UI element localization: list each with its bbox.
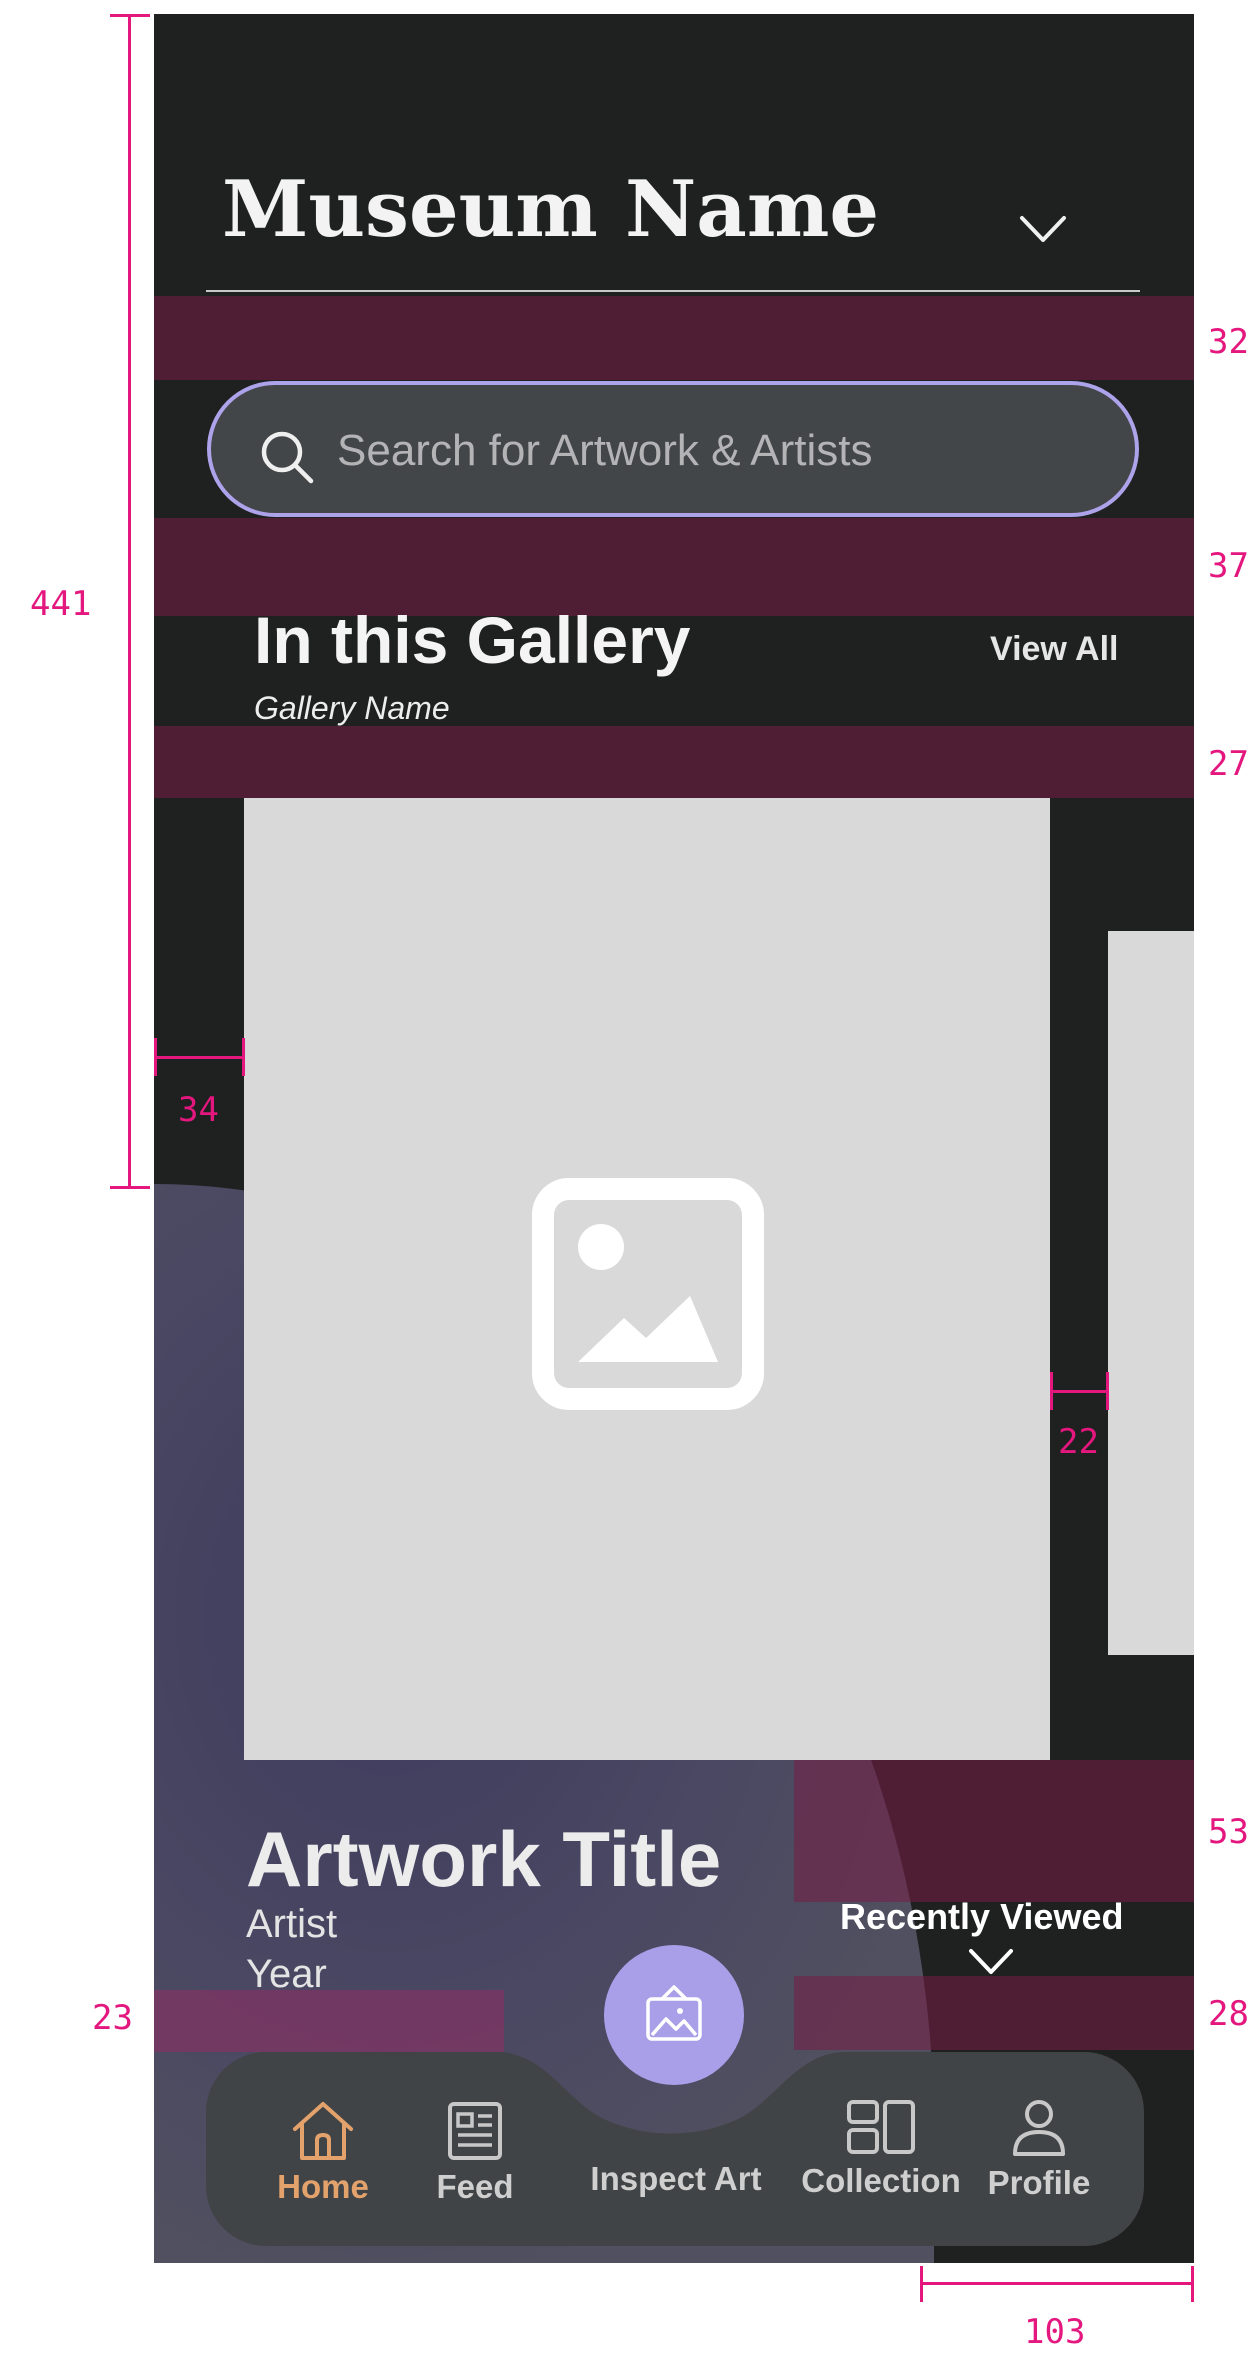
- profile-icon: [1013, 2100, 1065, 2156]
- dim-label-card-margin: 34: [178, 1090, 219, 1130]
- title-divider: [206, 290, 1140, 292]
- chevron-down-icon[interactable]: [968, 1948, 1014, 1976]
- spec-canvas: Museum Name In this Gallery View All Gal…: [0, 0, 1250, 2357]
- dim-line-card-margin: [154, 1056, 244, 1059]
- nav-label-collection: Collection: [801, 2162, 961, 2199]
- dim-tick-card-spacing-left: [1050, 1372, 1053, 1410]
- view-all-link[interactable]: View All: [990, 630, 1119, 669]
- nav-item-home[interactable]: Home: [268, 2100, 378, 2206]
- spacing-band-recent-top: [794, 1760, 1194, 1902]
- feed-icon: [448, 2102, 502, 2160]
- artwork-card[interactable]: [244, 798, 1050, 1760]
- dim-line-nav-side: [920, 2282, 1194, 2285]
- spacing-band-artist: [154, 1990, 504, 2052]
- nav-label-profile: Profile: [987, 2164, 1091, 2201]
- artwork-card-next[interactable]: [1108, 931, 1194, 1655]
- nav-item-profile[interactable]: Profile: [984, 2098, 1094, 2202]
- phone-screen: Museum Name In this Gallery View All Gal…: [154, 14, 1194, 2263]
- gallery-heading: In this Gallery: [254, 603, 691, 677]
- spacing-band-search: [154, 296, 1194, 380]
- dim-line-card-spacing: [1050, 1390, 1108, 1393]
- home-icon: [293, 2102, 353, 2160]
- museum-title: Museum Name: [222, 164, 879, 255]
- dim-label-gallery-gap: 37: [1208, 546, 1249, 586]
- spacing-band-recent-bottom: [794, 1976, 1194, 2050]
- search-bar[interactable]: [207, 381, 1139, 517]
- gallery-name: Gallery Name: [254, 690, 450, 726]
- inspect-art-button[interactable]: [604, 1945, 744, 2085]
- dim-label-nav-side: 103: [1024, 2312, 1086, 2352]
- dim-label-card-spacing: 22: [1058, 1422, 1099, 1462]
- dim-label-recent-top: 53: [1208, 1812, 1249, 1852]
- nav-item-feed[interactable]: Feed: [420, 2100, 530, 2206]
- dim-tick-top: [110, 14, 150, 17]
- nav-label-home: Home: [277, 2168, 369, 2205]
- dim-tick-bottom: [110, 1186, 150, 1189]
- nav-item-inspect-art[interactable]: Inspect Art: [586, 2160, 766, 2198]
- search-icon: [261, 431, 314, 484]
- artwork-title: Artwork Title: [246, 1815, 722, 1903]
- inspect-art-icon: [646, 1985, 702, 2041]
- image-placeholder-icon: [532, 1178, 764, 1410]
- dim-label-recent-bottom: 28: [1208, 1994, 1249, 2034]
- spacing-band-card: [154, 726, 1194, 798]
- dim-label-search-gap: 32: [1208, 322, 1249, 362]
- dim-tick-nav-side-left: [920, 2266, 923, 2302]
- dim-tick-nav-side-right: [1191, 2266, 1194, 2302]
- search-input[interactable]: [335, 415, 1099, 487]
- dim-label-artist-gap: 23: [92, 1998, 133, 2038]
- dim-tick-card-margin-right: [242, 1038, 245, 1076]
- dim-line-vertical: [128, 14, 131, 1186]
- nav-item-collection[interactable]: Collection: [796, 2098, 966, 2200]
- artwork-year: Year: [246, 1952, 327, 1996]
- recently-viewed-toggle[interactable]: Recently Viewed: [840, 1896, 1123, 1938]
- chevron-down-icon[interactable]: [1018, 214, 1068, 244]
- dim-tick-card-margin-left: [154, 1038, 157, 1076]
- dim-label-top-section: 441: [30, 584, 92, 624]
- nav-label-feed: Feed: [436, 2168, 514, 2205]
- dim-tick-card-spacing-right: [1106, 1372, 1109, 1410]
- nav-label-inspect-art: Inspect Art: [590, 2160, 762, 2197]
- collection-icon: [847, 2100, 915, 2154]
- dim-label-card-gap: 27: [1208, 744, 1249, 784]
- artist-name: Artist: [246, 1902, 338, 1946]
